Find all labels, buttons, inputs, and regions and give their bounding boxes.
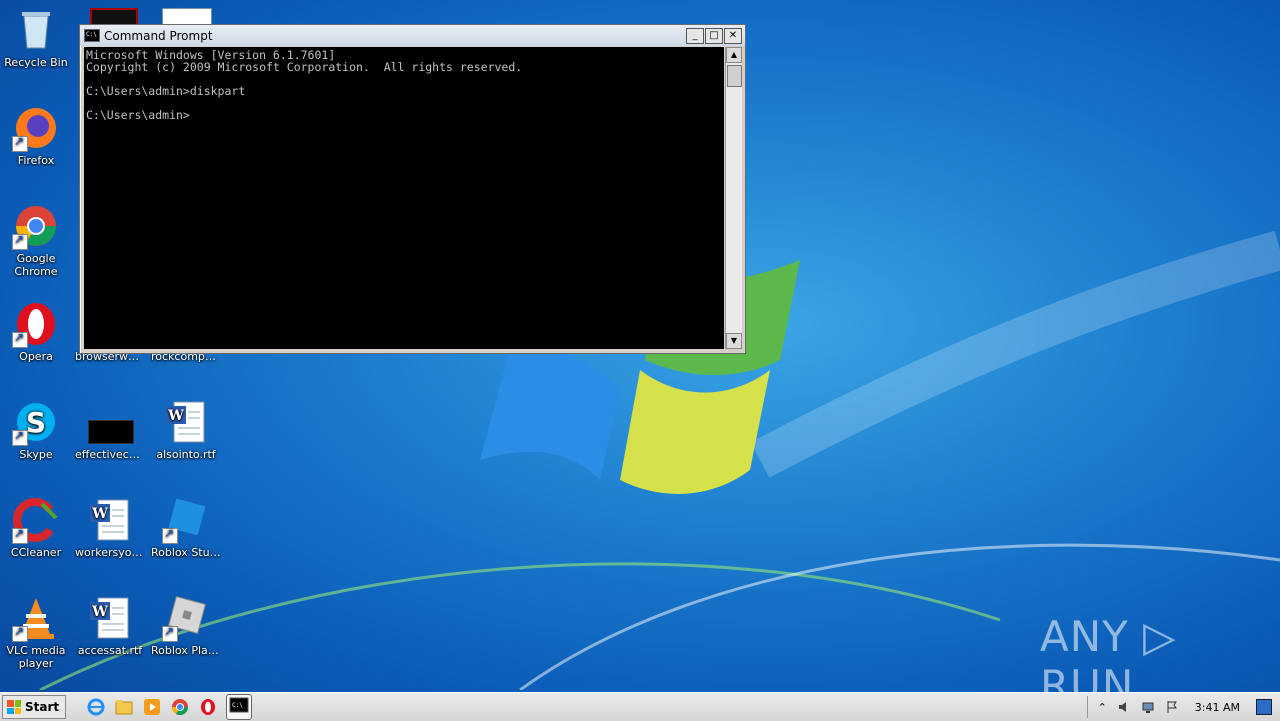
svg-text:C:\: C:\ — [232, 702, 243, 709]
system-tray: ⌃ 3:41 AM — [1086, 693, 1280, 721]
opera-icon — [12, 300, 60, 348]
desktop-icon-ccleaner[interactable]: CCleaner — [0, 496, 72, 559]
console-line: Copyright (c) 2009 Microsoft Corporation… — [86, 60, 523, 74]
desktop-icon-recycle-bin[interactable]: Recycle Bin — [0, 6, 72, 69]
desktop-icon-roblox-studio[interactable]: Roblox Studio — [150, 496, 222, 559]
console-prompt-line: C:\Users\admin> — [86, 108, 190, 122]
shortcut-arrow-icon — [12, 134, 28, 152]
media-player-icon[interactable] — [142, 697, 162, 717]
internet-explorer-icon[interactable] — [86, 697, 106, 717]
desktop-icon-vlc[interactable]: VLC media player — [0, 594, 72, 670]
desktop-icon-chrome[interactable]: Google Chrome — [0, 202, 72, 278]
start-button[interactable]: Start — [2, 695, 67, 719]
shortcut-arrow-icon — [12, 526, 28, 544]
svg-text:W: W — [167, 408, 184, 424]
window-titlebar[interactable]: Command Prompt _ □ ✕ — [80, 25, 745, 46]
skype-icon: S — [12, 398, 60, 446]
desktop-icon-effectiveca[interactable]: effectiveca... — [74, 398, 146, 461]
maximize-button[interactable]: □ — [705, 27, 723, 44]
windows-flag-icon — [7, 700, 21, 714]
shortcut-arrow-icon — [12, 624, 28, 642]
tray-divider — [1086, 696, 1088, 718]
svg-text:W: W — [91, 604, 108, 620]
shortcut-arrow-icon — [12, 330, 28, 348]
cmd-icon — [84, 29, 100, 42]
desktop-icon-roblox-player[interactable]: Roblox Player — [150, 594, 222, 657]
taskbar: Start C:\ ⌃ 3:41 AM — [0, 692, 1280, 721]
scroll-up-button[interactable]: ▲ — [726, 47, 742, 63]
desktop-icon-accessat[interactable]: W accessat.rtf — [74, 594, 146, 657]
show-desktop-button[interactable] — [1256, 699, 1272, 715]
scroll-thumb[interactable] — [727, 65, 742, 87]
action-center-flag-icon[interactable] — [1165, 700, 1179, 714]
close-button[interactable]: ✕ — [724, 27, 742, 44]
desktop-icon-skype[interactable]: S Skype — [0, 398, 72, 461]
file-explorer-icon[interactable] — [114, 697, 134, 717]
shortcut-arrow-icon — [162, 624, 178, 642]
desktop-icon-workersyou[interactable]: W workersyou... — [74, 496, 146, 559]
console-line: C:\Users\admin>diskpart — [86, 84, 246, 98]
chrome-icon — [12, 202, 60, 250]
roblox-studio-icon — [162, 496, 210, 544]
command-prompt-window[interactable]: Command Prompt _ □ ✕ Microsoft Windows [… — [79, 24, 746, 354]
shortcut-arrow-icon — [162, 526, 178, 544]
start-label: Start — [25, 700, 60, 714]
roblox-player-icon — [162, 594, 210, 642]
show-hidden-icons-button[interactable]: ⌃ — [1098, 701, 1107, 714]
desktop-icon-opera[interactable]: Opera — [0, 300, 72, 363]
word-document-icon: W — [86, 496, 134, 544]
svg-text:W: W — [91, 506, 108, 522]
window-title: Command Prompt — [104, 28, 213, 43]
recycle-bin-icon — [12, 6, 60, 54]
scroll-down-button[interactable]: ▼ — [726, 333, 742, 349]
word-document-icon: W — [86, 594, 134, 642]
vlc-icon — [12, 594, 60, 642]
console-output[interactable]: Microsoft Windows [Version 6.1.7601] Copy… — [84, 47, 724, 349]
opera-taskbar-icon[interactable] — [198, 697, 218, 717]
clock[interactable]: 3:41 AM — [1189, 701, 1246, 714]
volume-icon[interactable] — [1117, 700, 1131, 714]
ccleaner-icon — [12, 496, 60, 544]
shortcut-arrow-icon — [12, 232, 28, 250]
black-file-thumbnail-icon — [86, 398, 134, 446]
shortcut-arrow-icon — [12, 428, 28, 446]
word-document-icon: W — [162, 398, 210, 446]
svg-text:S: S — [26, 406, 46, 439]
vertical-scrollbar[interactable]: ▲ ▼ — [725, 47, 742, 349]
minimize-button[interactable]: _ — [686, 27, 704, 44]
network-icon[interactable] — [1141, 700, 1155, 714]
command-prompt-taskbar-button[interactable]: C:\ — [226, 694, 253, 720]
chrome-taskbar-icon[interactable] — [170, 697, 190, 717]
desktop-icon-alsointo[interactable]: W alsointo.rtf — [150, 398, 222, 461]
desktop-icon-firefox[interactable]: Firefox — [0, 104, 72, 167]
firefox-icon — [12, 104, 60, 152]
